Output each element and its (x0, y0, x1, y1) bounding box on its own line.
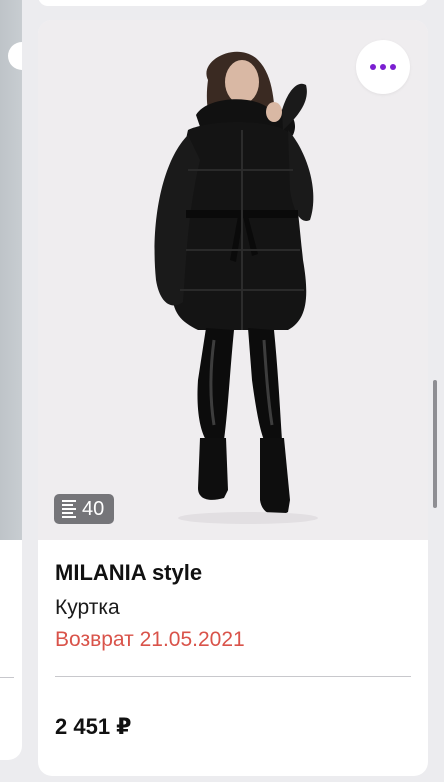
adjacent-divider (0, 677, 14, 678)
product-card[interactable]: 40 MILANIA style Куртка Возврат 21.05.20… (38, 20, 428, 776)
product-price: 2 451 ₽ (55, 714, 132, 739)
brand-name: MILANIA style (55, 560, 203, 585)
adjacent-product-photo (0, 0, 22, 540)
product-image (38, 20, 428, 540)
more-options-button[interactable] (356, 40, 410, 94)
product-info: MILANIA style Куртка Возврат 21.05.2021 (55, 558, 411, 656)
product-feed: 40 MILANIA style Куртка Возврат 21.05.20… (0, 0, 444, 782)
product-photo[interactable]: 40 (38, 20, 428, 540)
card-divider (55, 676, 411, 677)
scrollbar[interactable] (433, 380, 437, 508)
photo-count-badge: 40 (54, 494, 115, 524)
product-type: Куртка (55, 596, 120, 619)
return-date: Возврат 21.05.2021 (55, 628, 245, 651)
more-dots-icon (390, 64, 396, 70)
more-dots-icon (370, 64, 376, 70)
photo-count: 40 (82, 497, 105, 520)
photo-list-icon (62, 500, 76, 518)
adjacent-product-card[interactable] (0, 0, 22, 760)
previous-card-edge (38, 0, 428, 6)
more-dots-icon (380, 64, 386, 70)
